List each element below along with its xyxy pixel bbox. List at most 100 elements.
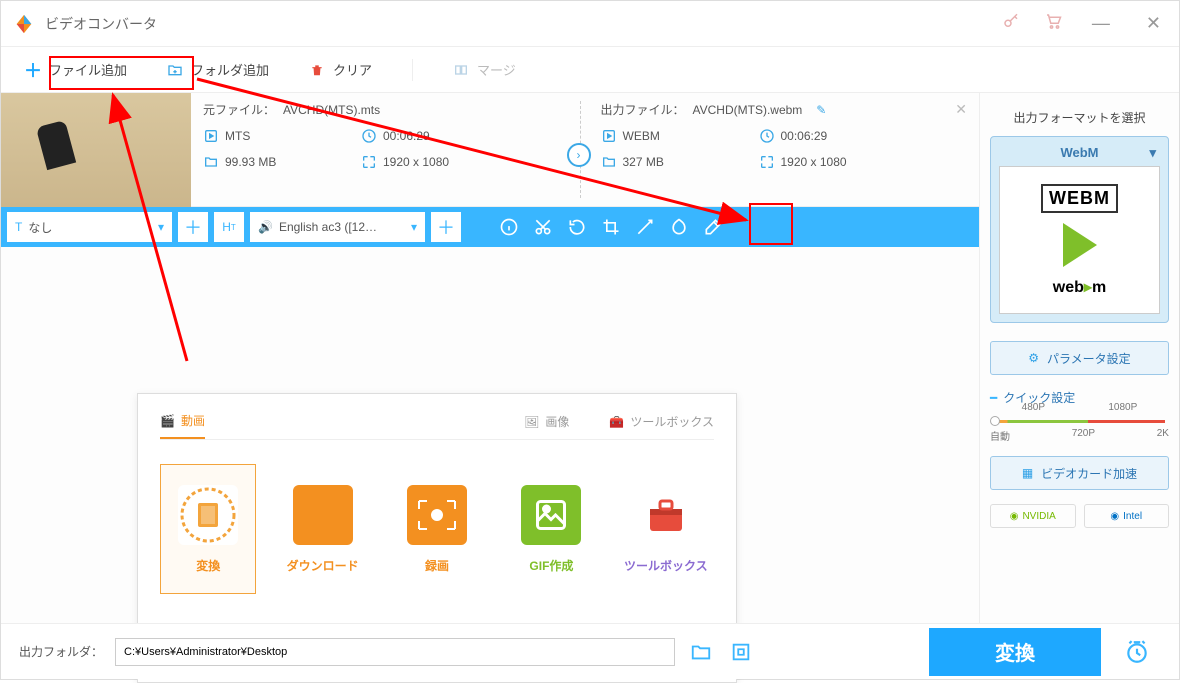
subtitle-icon: T — [15, 220, 22, 234]
add-folder-label: フォルダ追加 — [191, 60, 269, 79]
add-subtitle-button[interactable]: ＋ — [178, 212, 208, 242]
key-icon[interactable] — [1002, 12, 1020, 35]
tile-convert[interactable]: 変換 — [160, 464, 256, 594]
source-resolution: 1920 x 1080 — [383, 155, 449, 169]
minimize-button[interactable]: — — [1086, 13, 1116, 34]
window-title: ビデオコンバータ — [45, 14, 1002, 34]
resolution-icon — [759, 154, 775, 170]
tile-toolbox[interactable]: ツールボックス — [618, 464, 714, 594]
tile-gif[interactable]: GIF作成 — [503, 464, 599, 594]
toolbox-tab-icon: 🧰 — [609, 415, 624, 429]
chevron-down-icon: ▾ — [411, 220, 417, 234]
plus-icon: ＋ — [25, 62, 41, 78]
info-button[interactable] — [495, 213, 523, 241]
add-folder-button[interactable]: フォルダ追加 — [167, 60, 269, 79]
tile-download[interactable]: ダウンロード — [274, 464, 370, 594]
video-thumbnail[interactable] — [1, 93, 191, 207]
size-icon — [203, 154, 219, 170]
tile-convert-label: 変換 — [196, 557, 220, 574]
tab-image-label: 画像 — [545, 413, 569, 430]
tab-video-label: 動画 — [181, 412, 205, 429]
output-resolution: 1920 x 1080 — [781, 155, 847, 169]
gpu-accel-button[interactable]: ▦ ビデオカード加速 — [990, 456, 1169, 490]
subtitle-select[interactable]: Tなし ▾ — [7, 212, 172, 242]
main-toolbar: ＋ ファイル追加 フォルダ追加 クリア マージ — [1, 47, 1179, 93]
effect-button[interactable] — [631, 213, 659, 241]
clear-button[interactable]: クリア — [309, 60, 372, 79]
resolution-icon — [361, 154, 377, 170]
edit-toolbar: T なし ▾ ＋ HT 🔊 English ac3 ([12… ▾ ＋ — [1, 207, 979, 247]
add-file-button[interactable]: ＋ ファイル追加 — [25, 60, 127, 79]
add-audio-button[interactable]: ＋ — [431, 212, 461, 242]
source-duration: 00:06:29 — [383, 129, 430, 143]
browse-folder-button[interactable] — [687, 638, 715, 666]
subtitle-value: なし — [28, 219, 52, 236]
size-icon — [601, 154, 617, 170]
schedule-button[interactable] — [1113, 628, 1161, 676]
close-button[interactable]: ✕ — [1140, 13, 1167, 34]
param-label: パラメータ設定 — [1047, 350, 1131, 367]
merge-label: マージ — [477, 60, 516, 79]
arrow-circle-icon: › — [567, 143, 591, 167]
output-folder-input[interactable] — [115, 638, 675, 666]
audio-select[interactable]: 🔊 English ac3 ([12… ▾ — [250, 212, 425, 242]
tab-video[interactable]: 🎬 動画 — [160, 412, 205, 439]
cut-button[interactable] — [529, 213, 557, 241]
app-logo-icon — [13, 13, 35, 35]
tile-gif-label: GIF作成 — [529, 557, 573, 574]
nvidia-chip: ◉NVIDIA — [990, 504, 1076, 528]
watermark-button[interactable] — [665, 213, 693, 241]
convert-button[interactable]: 変換 — [929, 628, 1101, 676]
play-triangle-icon — [1063, 223, 1097, 267]
output-format-title: 出力フォーマットを選択 — [990, 109, 1169, 126]
video-tab-icon: 🎬 — [160, 414, 175, 428]
file-item: ✕ 元ファイル： AVCHD(MTS).mts MTS 00:06:29 99.… — [1, 93, 979, 207]
format-icon — [203, 128, 219, 144]
webm-text: web▸m — [1053, 277, 1106, 297]
image-tab-icon: 🖼 — [524, 415, 539, 429]
hardcode-subtitle-button[interactable]: HT — [214, 212, 244, 242]
resolution-slider[interactable]: 480P1080P 自動720P2K — [990, 414, 1169, 448]
tile-toolbox-label: ツールボックス — [624, 557, 708, 574]
intel-icon: ◉ — [1110, 511, 1119, 522]
output-file-label: 出力ファイル： — [601, 101, 685, 118]
merge-icon — [453, 62, 469, 78]
source-size: 99.93 MB — [225, 155, 276, 169]
output-file-name: AVCHD(MTS).webm — [693, 103, 803, 117]
format-card[interactable]: WebM WEBM web▸m — [990, 136, 1169, 323]
crop-button[interactable] — [597, 213, 625, 241]
output-duration: 00:06:29 — [781, 129, 828, 143]
audio-value: English ac3 ([12… — [279, 220, 377, 234]
output-folder-label: 出力フォルダ： — [19, 643, 103, 660]
source-column: 元ファイル： AVCHD(MTS).mts MTS 00:06:29 99.93… — [203, 101, 581, 198]
tile-record[interactable]: 録画 — [389, 464, 485, 594]
source-format: MTS — [225, 129, 250, 143]
output-format: WEBM — [623, 129, 660, 143]
clock-icon — [361, 128, 377, 144]
format-preview: WEBM web▸m — [999, 166, 1160, 314]
parameter-settings-button[interactable]: ⚙ パラメータ設定 — [990, 341, 1169, 375]
title-bar: ビデオコンバータ — ✕ — [1, 1, 1179, 47]
tab-image[interactable]: 🖼 画像 — [524, 412, 569, 439]
tile-download-label: ダウンロード — [287, 557, 359, 574]
source-file-name: AVCHD(MTS).mts — [283, 103, 380, 117]
tile-record-label: 録画 — [425, 557, 449, 574]
add-file-label: ファイル追加 — [49, 60, 127, 79]
bottom-bar: 出力フォルダ： 変換 — [1, 623, 1179, 679]
edit-filename-button[interactable]: ✎ — [816, 103, 826, 117]
format-name: WebM — [999, 145, 1160, 160]
merge-button[interactable]: マージ — [453, 60, 516, 79]
rotate-button[interactable] — [563, 213, 591, 241]
right-panel: 出力フォーマットを選択 WebM WEBM web▸m ⚙ パラメータ設定 クイ… — [979, 93, 1179, 623]
cart-icon[interactable] — [1044, 12, 1062, 35]
tab-toolbox[interactable]: 🧰ツールボックス — [609, 412, 714, 439]
webm-box-label: WEBM — [1041, 184, 1118, 213]
clear-label: クリア — [333, 60, 372, 79]
sliders-icon: ⚙ — [1028, 351, 1039, 365]
trash-icon — [309, 62, 325, 78]
source-file-label: 元ファイル： — [203, 101, 275, 118]
edit-button[interactable] — [699, 213, 727, 241]
open-folder-button[interactable] — [727, 638, 755, 666]
output-size: 327 MB — [623, 155, 664, 169]
convert-label: 変換 — [995, 637, 1035, 666]
